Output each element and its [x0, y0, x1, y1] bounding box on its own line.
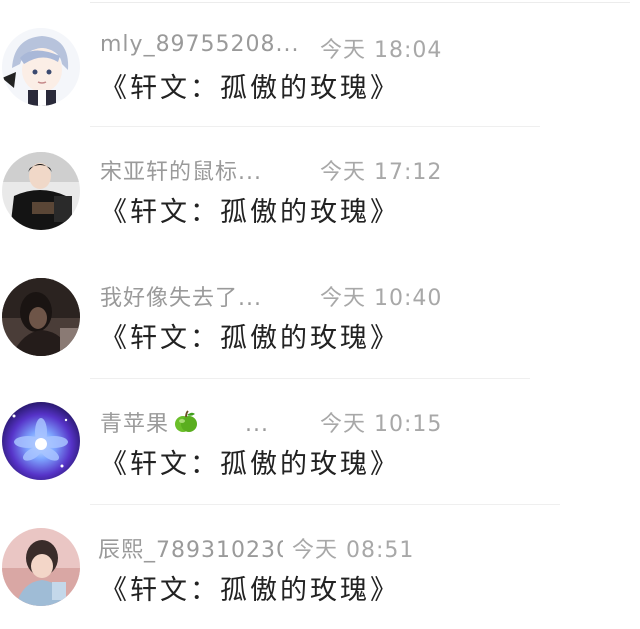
- message-time: 今天 17:12: [320, 160, 443, 185]
- name-ellipsis: ...: [245, 412, 269, 437]
- conversation-meta: 宋亚轩的鼠标... 今天 17:12: [100, 154, 630, 185]
- avatar-purple-flower-icon[interactable]: [2, 402, 80, 480]
- avatar-anime-boy-icon[interactable]: [2, 28, 80, 106]
- message-time: 今天 10:15: [320, 412, 443, 437]
- contact-name: 我好像失去了...: [100, 286, 262, 311]
- avatar-dark-portrait-icon[interactable]: [2, 278, 80, 356]
- conversation-list: mly_89755208... 今天 18:04 《轩文：孤傲的玫瑰》 宋亚轩的…: [0, 0, 640, 610]
- contact-name: mly_89755208...: [100, 32, 300, 57]
- message-preview: 《轩文：孤傲的玫瑰》: [100, 575, 400, 606]
- avatar-person-pink-icon[interactable]: [2, 528, 80, 606]
- message-preview: 《轩文：孤傲的玫瑰》: [100, 449, 400, 480]
- conversation-meta: 辰熙_789310230 今天 08:51: [98, 532, 628, 563]
- message-time: 今天 08:51: [292, 538, 415, 563]
- conversation-meta: 青苹果... 今天 10:15: [100, 406, 630, 437]
- conversation-row[interactable]: 青苹果... 今天 10:15 《轩文：孤傲的玫瑰》: [0, 378, 640, 505]
- message-preview: 《轩文：孤傲的玫瑰》: [100, 73, 400, 104]
- conversation-row[interactable]: 辰熙_789310230 今天 08:51 《轩文：孤傲的玫瑰》: [0, 504, 640, 629]
- message-preview: 《轩文：孤傲的玫瑰》: [100, 323, 400, 354]
- contact-name: 宋亚轩的鼠标...: [100, 160, 262, 185]
- contact-name-text: 青苹果: [100, 412, 170, 437]
- conversation-meta: 我好像失去了... 今天 10:40: [100, 280, 630, 311]
- green-apple-icon: [173, 409, 199, 441]
- conversation-row[interactable]: mly_89755208... 今天 18:04 《轩文：孤傲的玫瑰》: [0, 0, 640, 127]
- contact-name: 青苹果...: [100, 406, 310, 441]
- avatar-person-dark-icon[interactable]: [2, 152, 80, 230]
- contact-name: 辰熙_789310230: [98, 538, 283, 563]
- message-preview: 《轩文：孤傲的玫瑰》: [100, 197, 400, 228]
- message-time: 今天 18:04: [320, 38, 443, 63]
- conversation-meta: mly_89755208... 今天 18:04: [100, 32, 630, 63]
- conversation-row[interactable]: 宋亚轩的鼠标... 今天 17:12 《轩文：孤傲的玫瑰》: [0, 126, 640, 251]
- message-time: 今天 10:40: [320, 286, 443, 311]
- conversation-row[interactable]: 我好像失去了... 今天 10:40 《轩文：孤傲的玫瑰》: [0, 252, 640, 379]
